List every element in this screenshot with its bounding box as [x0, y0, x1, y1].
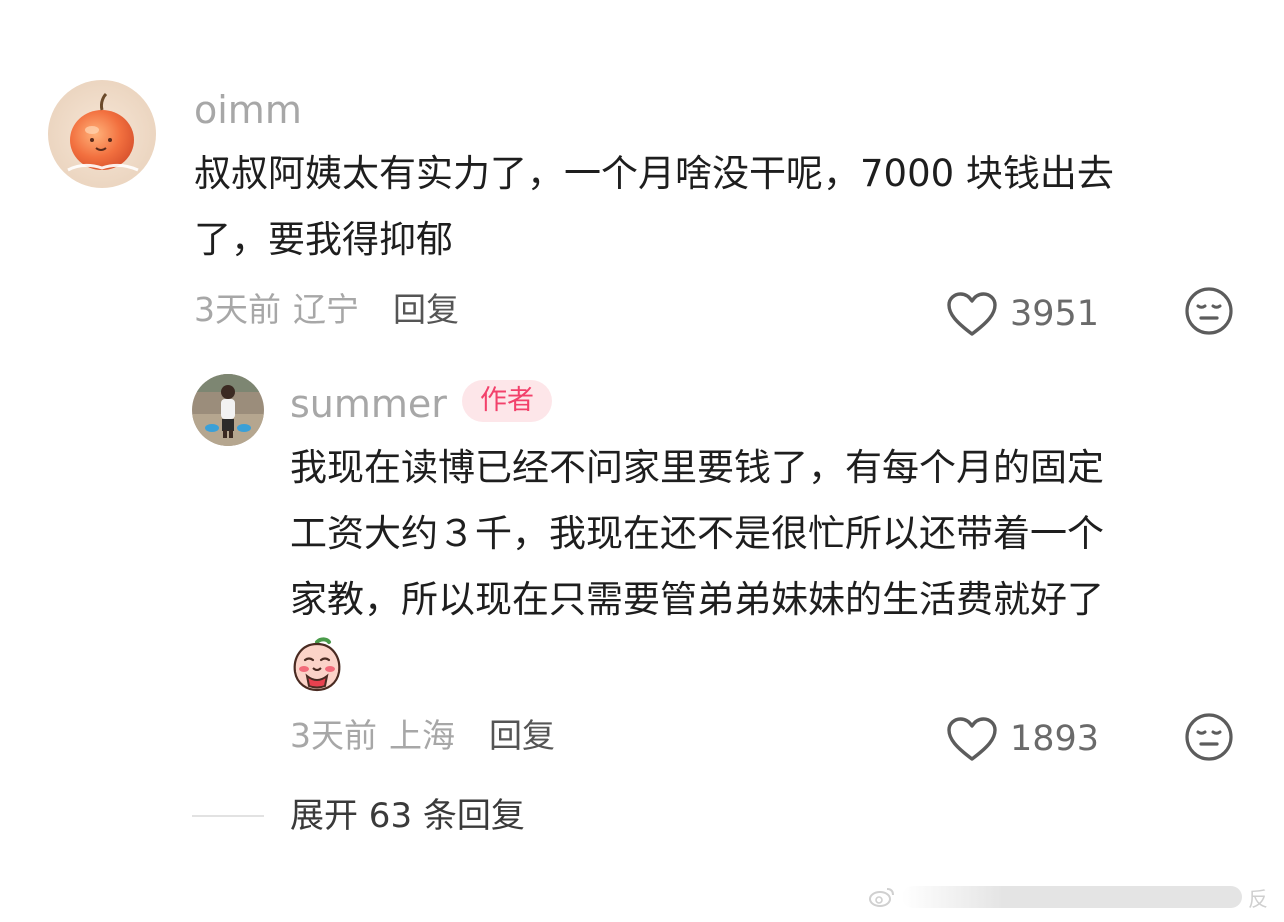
- comment-time: 3天前: [194, 290, 281, 329]
- comment-meta: 3天前 辽宁 回复: [194, 290, 459, 330]
- apple-avatar-icon[interactable]: [48, 80, 156, 188]
- expand-replies-button[interactable]: 展开 63 条回复: [192, 794, 525, 838]
- reply-location: 上海: [389, 716, 455, 755]
- reply-text-line: 家教，所以现在只需要管弟弟妹妹的生活费就好了: [290, 578, 1104, 621]
- comment-text-line: 叔叔阿姨太有实力了，一个月啥没干呢，7000 块钱出去: [194, 152, 1114, 195]
- comment-item: oimm 叔叔阿姨太有实力了，一个月啥没干呢，7000 块钱出去 了，要我得抑郁…: [0, 0, 1284, 350]
- reply-text: 我现在读博已经不问家里要钱了，有每个月的固定 工资大约３千，我现在还不是很忙所以…: [290, 435, 1104, 633]
- expand-replies-label: 展开 63 条回复: [290, 796, 525, 836]
- reply-like-button[interactable]: 1893: [946, 716, 1099, 762]
- watermark: 反: [868, 882, 1268, 912]
- dislike-face-icon[interactable]: [1184, 286, 1234, 336]
- comment-location: 辽宁: [293, 290, 359, 329]
- heart-icon: [947, 717, 997, 761]
- comment-reply-button[interactable]: 回复: [393, 290, 459, 329]
- comment-text: 叔叔阿姨太有实力了，一个月啥没干呢，7000 块钱出去 了，要我得抑郁: [194, 141, 1114, 273]
- watermark-bar: [902, 886, 1242, 908]
- dislike-face-icon[interactable]: [1184, 712, 1234, 762]
- comment-text-line: 了，要我得抑郁: [194, 218, 453, 261]
- comment-like-button[interactable]: 3951: [946, 291, 1099, 337]
- blushing-peach-emoji-icon: [293, 637, 341, 692]
- comment-like-count: 3951: [1010, 294, 1100, 334]
- reply-text-line: 工资大约３千，我现在还不是很忙所以还带着一个: [290, 512, 1104, 555]
- child-photo-avatar-icon[interactable]: [192, 374, 264, 446]
- expand-divider: [192, 815, 264, 817]
- reply-item: summer 作者 我现在读博已经不问家里要钱了，有每个月的固定 工资大约３千，…: [0, 350, 1284, 780]
- weibo-logo-icon: [869, 888, 894, 907]
- heart-icon: [947, 292, 997, 336]
- comment-username[interactable]: oimm: [194, 88, 302, 132]
- reply-username[interactable]: summer: [290, 382, 447, 426]
- reply-reply-button[interactable]: 回复: [489, 716, 555, 755]
- reply-meta: 3天前 上海 回复: [290, 716, 555, 756]
- reply-time: 3天前: [290, 716, 377, 755]
- reply-text-line: 我现在读博已经不问家里要钱了，有每个月的固定: [290, 446, 1104, 489]
- watermark-text: 反: [1248, 886, 1268, 911]
- author-badge: 作者: [462, 380, 552, 422]
- reply-like-count: 1893: [1010, 719, 1100, 759]
